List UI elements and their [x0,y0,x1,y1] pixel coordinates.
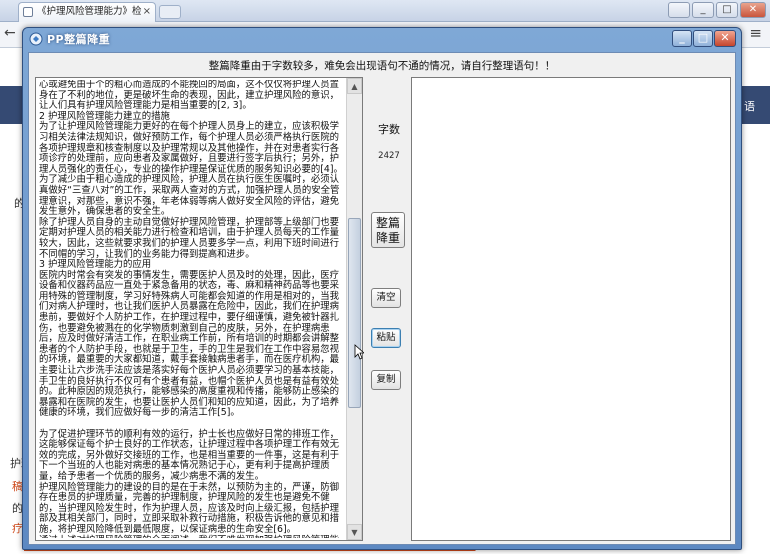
source-scrollbar[interactable]: ▲ ▼ [346,78,362,540]
scroll-down-icon[interactable]: ▼ [347,524,362,540]
browser-maximize-icon[interactable]: □ [716,2,738,18]
new-tab-button[interactable] [159,5,181,19]
maximize-icon[interactable]: □ [693,30,713,47]
browser-close-icon[interactable]: ✕ [740,2,766,18]
word-count-label: 字数 [378,123,400,136]
browser-menu-icon[interactable]: ≡ [749,24,762,42]
browser-tab-title: 《护理风险管理能力》检 [37,6,142,17]
source-text-content: 心或避免由于个的粗心而造成的不能挽回的局面，这不仅仅将护理人员置身在了不利的地位… [39,80,343,538]
back-arrow-icon[interactable]: ← [4,25,16,41]
word-count-value: 2427 [378,151,400,161]
tab-close-icon[interactable]: × [143,3,151,21]
rewrite-all-button[interactable]: 整篇 降重 [371,212,405,248]
warning-notice: 整篇降重由于字数较多，难免会出现语句不通的情况，请自行整理语句！！ [208,60,556,72]
browser-tab-bar: 《护理风险管理能力》检 × _ □ ✕ [0,0,770,22]
copy-button[interactable]: 复制 [371,370,401,390]
dialog-title: PP整篇降重 [47,33,111,46]
browser-tab[interactable]: 《护理风险管理能力》检 × [18,2,156,22]
clear-button[interactable]: 清空 [371,288,401,308]
website-edge-text: 语 [744,100,755,113]
page-favicon-icon [23,7,33,17]
pp-rewrite-dialog: PP整篇降重 _ □ ✕ 整篇降重由于字数较多，难免会出现语句不通的情况，请自行… [22,27,742,550]
result-text-area[interactable] [411,77,731,541]
scrollbar-thumb[interactable] [348,218,361,408]
paste-button[interactable]: 粘贴 [371,328,401,348]
dialog-window-controls: _ □ ✕ [672,30,736,47]
browser-window-controls: _ □ ✕ [668,2,766,18]
close-icon[interactable]: ✕ [714,30,736,47]
minimize-icon[interactable]: _ [672,30,692,47]
browser-user-icon[interactable] [668,2,690,18]
dialog-titlebar[interactable]: PP整篇降重 _ □ ✕ [23,28,741,50]
action-column: 字数 2427 整篇 降重 清空 粘贴 复制 [369,77,409,541]
scroll-up-icon[interactable]: ▲ [347,78,362,94]
source-text-area[interactable]: 心或避免由于个的粗心而造成的不能挽回的局面，这不仅仅将护理人员置身在了不利的地位… [35,77,363,541]
browser-minimize-icon[interactable]: _ [692,2,714,18]
app-icon [29,32,43,46]
dialog-body: 整篇降重由于字数较多，难免会出现语句不通的情况，请自行整理语句！！ 心或避免由于… [28,52,736,545]
mouse-cursor-icon [354,344,364,360]
